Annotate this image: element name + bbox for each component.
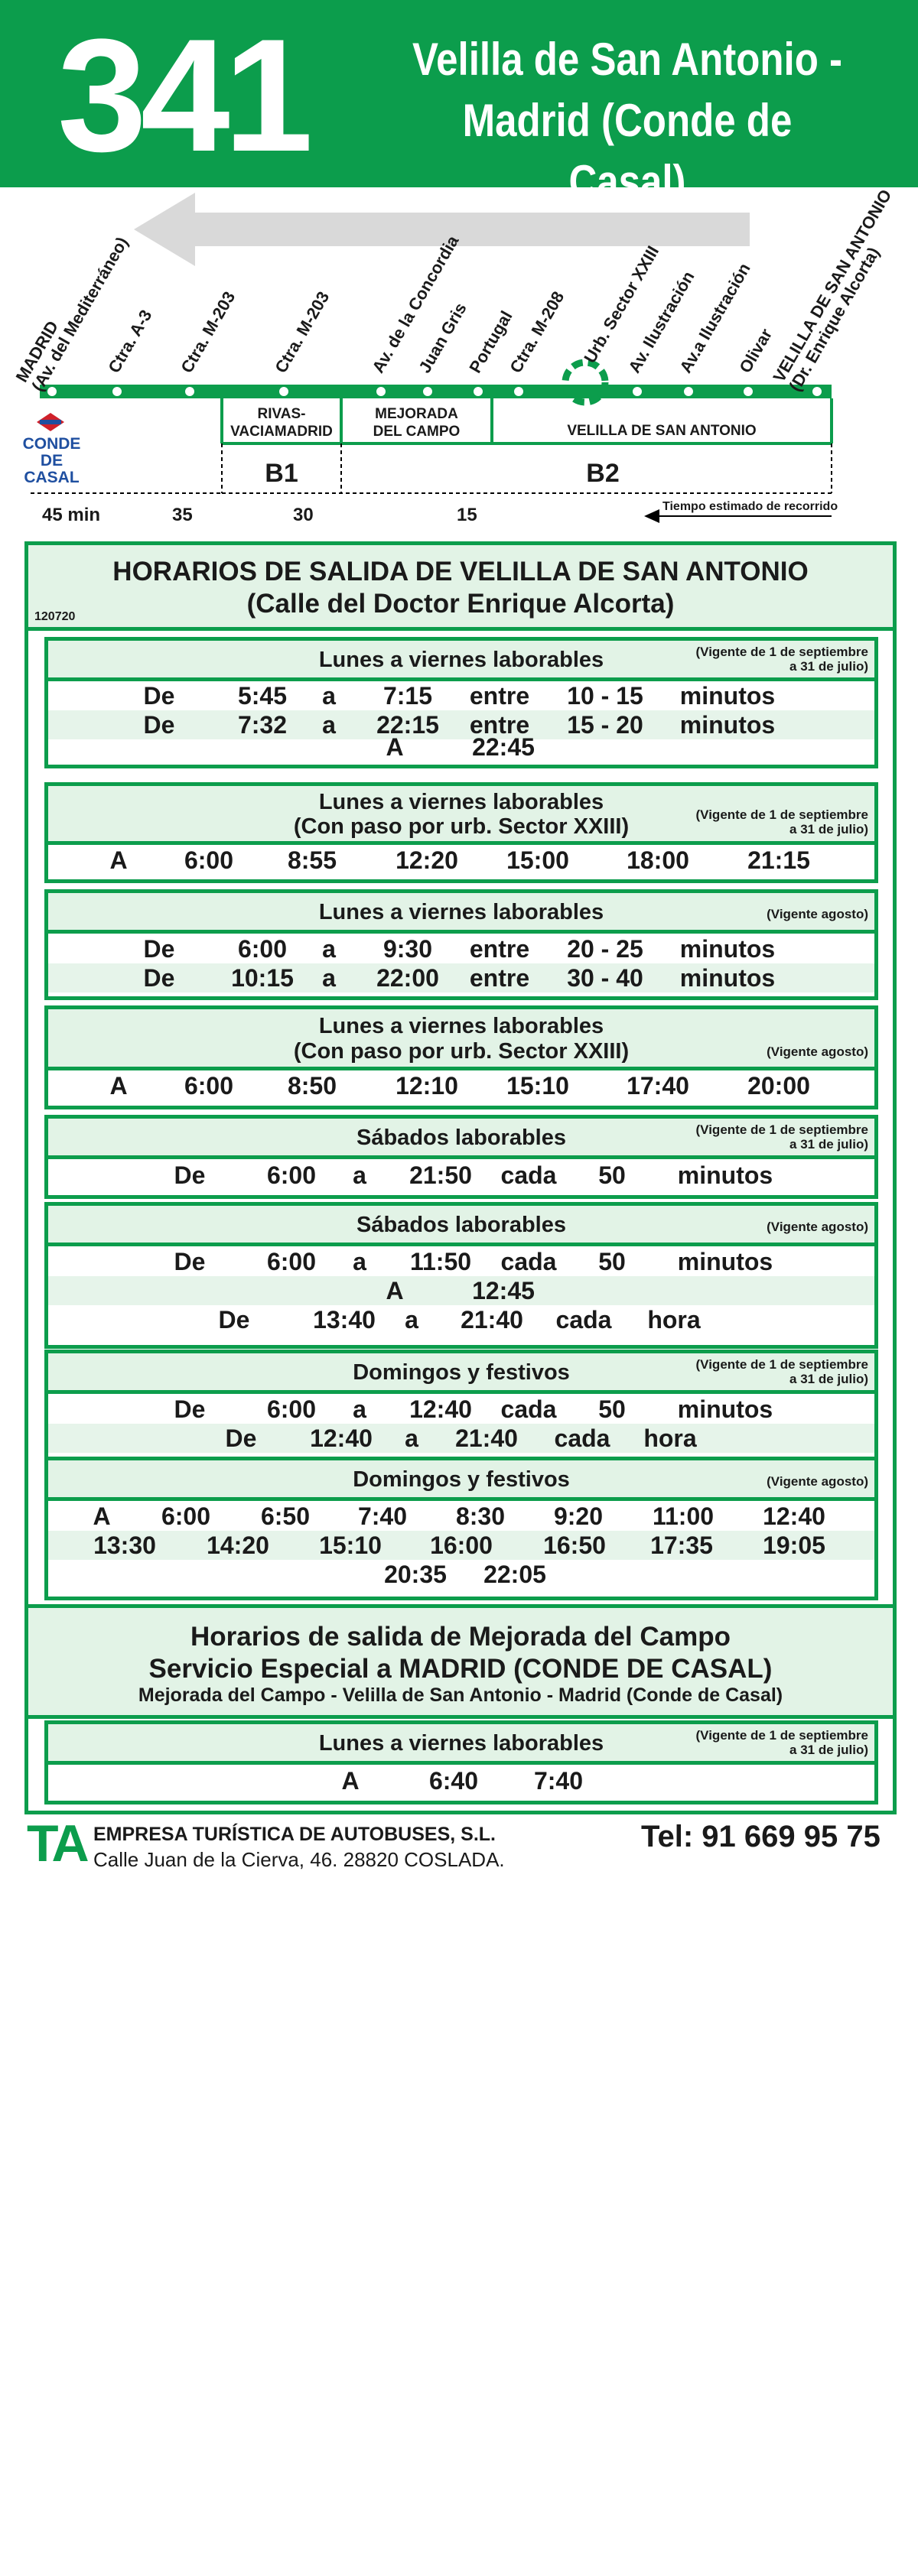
schedule-row: 20:35 22:05 [384,1561,546,1588]
time-mejorada: 15 [457,505,477,525]
zone-velilla: VELILLA DE SAN ANTONIO [567,423,757,439]
validity-note: (Vigente de 1 de septiembre a 31 de julio… [695,1122,868,1152]
stop-dot [474,387,483,396]
stop-dot [514,387,523,396]
schedule-header: HORARIOS DE SALIDA DE VELILLA DE SAN ANT… [28,545,893,631]
schedule-row: De 6:00 a 12:40 cada 50 minutos [174,1395,773,1423]
stop-dot [279,387,288,396]
zone-mejorada: MEJORADA DEL CAMPO [373,406,461,440]
validity-note: (Vigente de 1 de septiembre a 31 de julio… [695,645,868,674]
company-logo: TA [27,1814,90,1873]
validity-note: (Vigente agosto) [767,1220,868,1234]
panel-header: Domingos y festivos (Vigente agosto) [48,1460,874,1501]
time-note: Tiempo estimado de recorrido [662,500,838,513]
panel-weekday-august: Lunes a viernes laborables (Vigente agos… [44,889,878,1000]
schedule-row: De 12:40 a 21:40 cada hora [48,1424,874,1453]
panel-title: Lunes a viernes laborables [318,900,604,924]
special-subtitle: Servicio Especial a MADRID (CONDE DE CAS… [148,1654,773,1684]
schedule-code: 120720 [34,610,76,623]
panel-header: Lunes a viernes laborables (Vigente agos… [48,893,874,934]
validity-note: (Vigente agosto) [767,1044,868,1059]
schedule-row: De 13:40 a 21:40 cada hora [218,1306,701,1333]
validity-note: (Vigente de 1 de septiembre a 31 de julio… [695,1728,868,1757]
stop-dot [112,387,122,396]
special-route: Mejorada del Campo - Velilla de San Anto… [138,1684,783,1706]
schedule-row: A 6:00 6:50 7:40 8:30 9:20 11:00 12:40 [93,1502,825,1530]
fare-zone-b2: B2 [586,459,620,488]
panel-title: Sábados laborables [356,1213,566,1237]
metro-logo-icon [37,413,64,431]
route-diagram: MADRID (Av. del Mediterráneo) Ctra. A-3 C… [0,186,918,528]
company-footer: TA EMPRESA TURÍSTICA DE AUTOBUSES, S.L. … [0,1816,918,1877]
time-a3: 35 [172,505,193,525]
panel-weekday-sep-jul: Lunes a viernes laborables (Vigente de 1… [44,637,878,768]
special-title: Horarios de salida de Mejorada del Campo [190,1622,731,1652]
stop-dot [47,387,57,396]
zone-rivas: RIVAS- VACIAMADRID [230,406,333,440]
special-service-header: Horarios de salida de Mejorada del Campo… [28,1604,893,1719]
panel-special-weekday: Lunes a viernes laborables (Vigente de 1… [44,1720,878,1804]
company-phone[interactable]: Tel: 91 669 95 75 [641,1820,881,1854]
time-madrid: 45 min [42,505,101,525]
time-arrow-icon [644,509,659,523]
schedule-row: A 6:00 8:55 12:20 15:00 18:00 21:15 [109,846,810,874]
schedule-row: 13:30 14:20 15:10 16:00 16:50 17:35 19:05 [48,1531,874,1560]
panel-weekday-sector-august: Lunes a viernes laborables (Con paso por… [44,1005,878,1109]
stop-dot [185,387,194,396]
panel-sunday-august: Domingos y festivos (Vigente agosto) A 6:… [44,1457,878,1600]
panel-weekday-sector-sep-jul: Lunes a viernes laborables (Con paso por… [44,782,878,883]
panel-title: Lunes a viernes laborables [318,1014,604,1038]
panel-header: Lunes a viernes laborables (Vigente de 1… [48,1724,874,1765]
stop-dot [633,387,642,396]
schedule-row: A 22:45 [386,733,535,761]
panel-saturday-august: Sábados laborables (Vigente agosto) De 6:… [44,1202,878,1349]
validity-note: (Vigente de 1 de septiembre a 31 de julio… [695,1357,868,1386]
line-header: 341 Velilla de San Antonio - Madrid (Con… [0,0,918,207]
validity-note: (Vigente agosto) [767,1474,868,1489]
panel-sunday-sep-jul: Domingos y festivos (Vigente de 1 de sep… [44,1350,878,1460]
route-line [40,385,832,398]
stop-dot [744,387,753,396]
panel-header: Lunes a viernes laborables (Vigente de 1… [48,641,874,681]
schedule-row: A 6:40 7:40 [341,1767,584,1795]
panel-header: Sábados laborables (Vigente agosto) [48,1206,874,1246]
panel-header: Lunes a viernes laborables (Con paso por… [48,786,874,845]
validity-note: (Vigente de 1 de septiembre a 31 de julio… [695,807,868,836]
panel-subtitle: (Con paso por urb. Sector XXIII) [293,1039,630,1064]
fare-zone-b1: B1 [265,459,298,488]
schedule-row: De 6:00 a 11:50 cada 50 minutos [174,1248,773,1275]
stop-dot [423,387,432,396]
stop-dot [376,387,386,396]
time-rivas: 30 [293,505,314,525]
panel-header: Lunes a viernes laborables (Con paso por… [48,1009,874,1070]
panel-title: Domingos y festivos [353,1467,570,1492]
panel-header: Sábados laborables (Vigente de 1 de sept… [48,1119,874,1159]
schedule-row: De 6:00 a 21:50 cada 50 minutos [174,1161,773,1189]
line-title-1: Velilla de San Antonio - [412,34,843,85]
schedule-subtitle: (Calle del Doctor Enrique Alcorta) [246,589,675,619]
schedule-row: De 5:45 a 7:15 entre 10 - 15 minutos [143,682,776,710]
schedule-title: HORARIOS DE SALIDA DE VELILLA DE SAN ANT… [112,557,809,586]
stop-dot [812,387,822,396]
company-address: Calle Juan de la Cierva, 46. 28820 COSLA… [93,1848,505,1871]
schedule-row: De 6:00 a 9:30 entre 20 - 25 minutos [143,935,776,963]
panel-saturday-sep-jul: Sábados laborables (Vigente de 1 de sept… [44,1115,878,1199]
company-name: EMPRESA TURÍSTICA DE AUTOBUSES, S.L. [93,1824,496,1845]
stop-dot [684,387,693,396]
line-title: Velilla de San Antonio - Madrid (Conde d… [400,29,855,213]
schedule-row: De 10:15 a 22:00 entre 30 - 40 minutos [48,963,874,992]
terminal-label: CONDE DE CASAL [22,435,81,486]
line-number: 341 [57,5,313,185]
panel-header: Domingos y festivos (Vigente de 1 de sep… [48,1353,874,1394]
schedule-row: A 6:00 8:50 12:10 15:10 17:40 20:00 [109,1072,810,1100]
schedule-row: A 12:45 [48,1276,874,1305]
validity-note: (Vigente agosto) [767,907,868,921]
